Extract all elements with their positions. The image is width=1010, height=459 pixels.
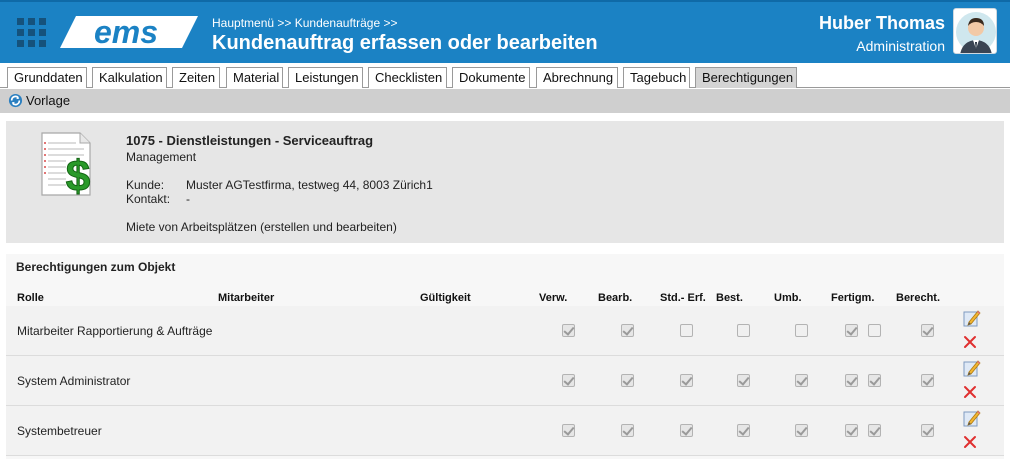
tab-material[interactable]: Material xyxy=(226,67,283,88)
kunde-value: Muster AGTestfirma, testweg 44, 8003 Zür… xyxy=(186,178,433,192)
object-info-panel: $ 1075 - Dienstleistungen - Serviceauftr… xyxy=(6,121,1004,243)
tab-zeiten[interactable]: Zeiten xyxy=(172,67,220,88)
checkbox-umb[interactable] xyxy=(795,324,808,337)
user-name: Huber Thomas xyxy=(818,13,945,33)
col-berecht: Berecht. xyxy=(896,292,941,304)
toolbar: Vorlage xyxy=(0,89,1010,113)
pencil-edit-icon[interactable] xyxy=(963,409,981,427)
delete-x-icon[interactable] xyxy=(963,335,977,349)
refresh-icon xyxy=(8,93,23,108)
checkbox-verw[interactable] xyxy=(562,424,575,437)
object-description: Miete von Arbeitsplätzen (erstellen und … xyxy=(126,220,397,234)
checkbox-verw[interactable] xyxy=(562,324,575,337)
vorlage-label: Vorlage xyxy=(26,93,71,108)
kontakt-label: Kontakt: xyxy=(126,192,171,206)
table-row: System Administrator xyxy=(6,356,1004,406)
col-bearb: Bearb. xyxy=(598,292,633,304)
checkbox-std-erf[interactable] xyxy=(680,424,693,437)
grid-menu-icon[interactable] xyxy=(17,18,46,47)
checkbox-verw[interactable] xyxy=(562,374,575,387)
object-subtitle: Management xyxy=(126,150,197,164)
tab-berechtigungen[interactable]: Berechtigungen xyxy=(695,67,797,88)
object-title: 1075 - Dienstleistungen - Serviceauftrag xyxy=(126,133,374,148)
checkbox-bearb[interactable] xyxy=(621,424,634,437)
checkbox-fertigm-b[interactable] xyxy=(868,424,881,437)
avatar[interactable] xyxy=(953,8,997,54)
svg-text:$: $ xyxy=(66,152,90,199)
checkbox-std-erf[interactable] xyxy=(680,374,693,387)
ems-logo[interactable]: ems xyxy=(60,12,198,52)
kunde-label: Kunde: xyxy=(126,178,165,192)
col-std-erf: Std.- Erf. xyxy=(660,292,706,304)
row-role-label: Systembetreuer xyxy=(17,424,102,438)
checkbox-fertigm-a[interactable] xyxy=(845,324,858,337)
pencil-edit-icon[interactable] xyxy=(963,309,981,327)
tab-leistungen[interactable]: Leistungen xyxy=(288,67,363,88)
col-verw: Verw. xyxy=(539,292,568,304)
col-gueltigkeit: Gültigkeit xyxy=(420,292,471,304)
document-dollar-icon: $ xyxy=(41,132,91,199)
tab-checklisten[interactable]: Checklisten xyxy=(368,67,447,88)
tab-dokumente[interactable]: Dokumente xyxy=(452,67,530,88)
col-mitarbeiter: Mitarbeiter xyxy=(218,292,275,304)
user-avatar-icon xyxy=(956,12,996,53)
col-rolle: Rolle xyxy=(17,292,44,304)
col-umb: Umb. xyxy=(774,292,802,304)
delete-x-icon[interactable] xyxy=(963,385,977,399)
checkbox-fertigm-a[interactable] xyxy=(845,424,858,437)
checkbox-fertigm-a[interactable] xyxy=(845,374,858,387)
app-header: ems Hauptmenü >> Kundenaufträge >> Kunde… xyxy=(0,0,1010,63)
tab-bar: Grunddaten Kalkulation Zeiten Material L… xyxy=(0,63,1010,88)
checkbox-bearb[interactable] xyxy=(621,374,634,387)
checkbox-umb[interactable] xyxy=(795,424,808,437)
col-fertigm: Fertigm. xyxy=(831,292,875,304)
checkbox-berecht[interactable] xyxy=(921,324,934,337)
user-role: Administration xyxy=(856,38,945,54)
checkbox-bearb[interactable] xyxy=(621,324,634,337)
checkbox-fertigm-b[interactable] xyxy=(868,374,881,387)
row-role-label: Mitarbeiter Rapportierung & Aufträge xyxy=(17,324,213,338)
col-best: Best. xyxy=(716,292,743,304)
checkbox-best[interactable] xyxy=(737,324,750,337)
checkbox-umb[interactable] xyxy=(795,374,808,387)
tab-kalkulation[interactable]: Kalkulation xyxy=(92,67,167,88)
checkbox-best[interactable] xyxy=(737,374,750,387)
kontakt-value: - xyxy=(186,192,190,206)
logo-text: ems xyxy=(94,14,158,50)
page-title: Kundenauftrag erfassen oder bearbeiten xyxy=(212,32,598,54)
permissions-title: Berechtigungen zum Objekt xyxy=(16,260,176,274)
checkbox-std-erf[interactable] xyxy=(680,324,693,337)
checkbox-fertigm-b[interactable] xyxy=(868,324,881,337)
table-row: Mitarbeiter Rapportierung & Aufträge xyxy=(6,306,1004,356)
tab-grunddaten[interactable]: Grunddaten xyxy=(7,67,87,88)
table-row: Systembetreuer xyxy=(6,406,1004,456)
checkbox-berecht[interactable] xyxy=(921,424,934,437)
checkbox-best[interactable] xyxy=(737,424,750,437)
permissions-section: Berechtigungen zum Objekt Rolle Mitarbei… xyxy=(6,254,1004,459)
pencil-edit-icon[interactable] xyxy=(963,359,981,377)
breadcrumb[interactable]: Hauptmenü >> Kundenaufträge >> xyxy=(212,16,397,30)
vorlage-button[interactable]: Vorlage xyxy=(8,93,70,108)
checkbox-berecht[interactable] xyxy=(921,374,934,387)
row-role-label: System Administrator xyxy=(17,374,131,388)
delete-x-icon[interactable] xyxy=(963,435,977,449)
tab-tagebuch[interactable]: Tagebuch xyxy=(623,67,690,88)
tab-abrechnung[interactable]: Abrechnung xyxy=(536,67,618,88)
